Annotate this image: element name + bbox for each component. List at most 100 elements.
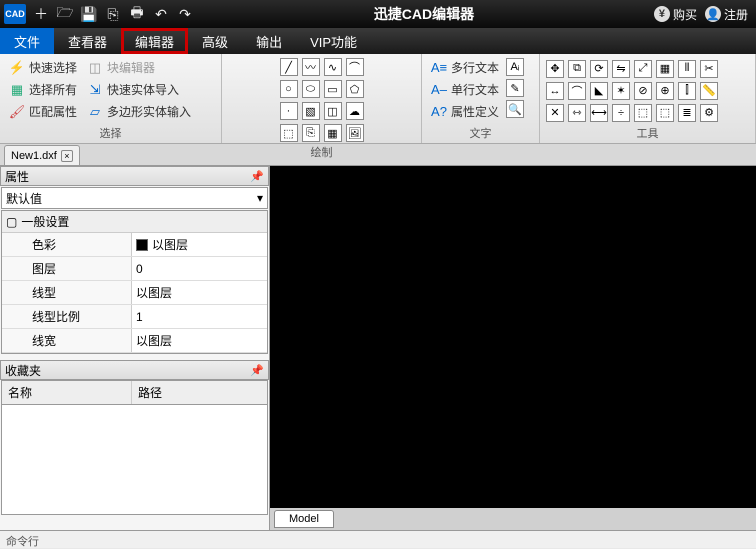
pin-icon[interactable]: 📌 — [250, 364, 264, 377]
text-find-icon[interactable]: 🔍 — [506, 100, 524, 118]
measure-tool-icon[interactable]: 📏 — [700, 82, 718, 100]
save-icon[interactable]: 💾 — [80, 5, 98, 23]
select-all-button[interactable]: ▦选择所有 — [6, 80, 80, 99]
drawing-canvas[interactable] — [270, 166, 756, 508]
match-props-button[interactable]: 🖌匹配属性 — [6, 102, 80, 121]
fav-columns: 名称 路径 — [1, 380, 268, 405]
rect-tool-icon[interactable]: ▭ — [324, 80, 342, 98]
quick-entity-import-button[interactable]: ⇲快速实体导入 — [84, 80, 194, 99]
menu-viewer[interactable]: 查看器 — [54, 28, 121, 54]
join-tool-icon[interactable]: ⊕ — [656, 82, 674, 100]
lightning-icon: ⚡ — [9, 60, 25, 76]
group-tools-label: 工具 — [546, 123, 749, 141]
chamfer-tool-icon[interactable]: ◣ — [590, 82, 608, 100]
explode-tool-icon[interactable]: ✶ — [612, 82, 630, 100]
prop-key: 线宽 — [2, 329, 132, 352]
command-line[interactable]: 命令行 — [0, 530, 756, 548]
group-tool-icon[interactable]: ⬚ — [634, 104, 652, 122]
lengthen-tool-icon[interactable]: ⟷ — [590, 104, 608, 122]
array-tool-icon[interactable]: ▦ — [656, 60, 674, 78]
scale-tool-icon[interactable]: ⤢ — [634, 60, 652, 78]
polygon-tool-icon[interactable]: ⬠ — [346, 80, 364, 98]
divide-tool-icon[interactable]: ÷ — [612, 104, 630, 122]
stretch-tool-icon[interactable]: ⇿ — [568, 104, 586, 122]
menu-advanced[interactable]: 高级 — [188, 28, 242, 54]
tab-close-icon[interactable]: × — [61, 150, 73, 162]
fillet-tool-icon[interactable]: ⌒ — [568, 82, 586, 100]
spline-tool-icon[interactable]: ∿ — [324, 58, 342, 76]
color-swatch-icon — [136, 239, 148, 251]
mirror-tool-icon[interactable]: ⇋ — [612, 60, 630, 78]
quick-select-button[interactable]: ⚡快速选择 — [6, 58, 80, 77]
open-icon[interactable]: 🗁 — [56, 5, 74, 23]
prop-row-layer[interactable]: 图层 0 — [2, 257, 267, 281]
model-tab[interactable]: Model — [274, 510, 334, 528]
pin-icon[interactable]: 📌 — [250, 170, 264, 183]
props-panel-header: 属性 📌 — [0, 166, 269, 186]
block-tool-icon[interactable]: ◫ — [324, 102, 342, 120]
polygon-entity-input-button[interactable]: ▱多边形实体输入 — [84, 102, 194, 121]
polyline-tool-icon[interactable]: 〰 — [302, 58, 320, 76]
copy-tool-icon[interactable]: ⧉ — [568, 60, 586, 78]
multiline-text-button[interactable]: A≡多行文本 — [428, 58, 502, 77]
saveas-icon[interactable]: ⎘ — [104, 5, 122, 23]
image-tool-icon[interactable]: 🖼 — [346, 124, 364, 142]
buy-button[interactable]: ¥ 购买 — [654, 6, 697, 23]
point-tool-icon[interactable]: · — [280, 102, 298, 120]
props-tool-icon[interactable]: ⚙ — [700, 104, 718, 122]
attr-def-button[interactable]: A?属性定义 — [428, 102, 502, 121]
text-style-icon[interactable]: Aᵢ — [506, 58, 524, 76]
prop-row-linetype[interactable]: 线型 以图层 — [2, 281, 267, 305]
trim-tool-icon[interactable]: ✂ — [700, 60, 718, 78]
layer-tool-icon[interactable]: ≣ — [678, 104, 696, 122]
align-tool-icon[interactable]: ⫿ — [678, 82, 696, 100]
break-tool-icon[interactable]: ⊘ — [634, 82, 652, 100]
arc-tool-icon[interactable]: ⌒ — [346, 58, 364, 76]
menu-output[interactable]: 输出 — [242, 28, 296, 54]
line-tool-icon[interactable]: ╱ — [280, 58, 298, 76]
title-bar: CAD ＋ 🗁 💾 ⎘ 🖶 ↶ ↷ 迅捷CAD编辑器 ¥ 购买 👤 注册 — [0, 0, 756, 28]
prop-val: 1 — [132, 305, 267, 328]
ellipse-tool-icon[interactable]: ⬭ — [302, 80, 320, 98]
prop-row-color[interactable]: 色彩 以图层 — [2, 233, 267, 257]
mtext-icon: A≡ — [431, 60, 447, 76]
props-dropdown[interactable]: 默认值 ▾ — [1, 187, 268, 209]
offset-tool-icon[interactable]: ⫴ — [678, 60, 696, 78]
document-tab-label: New1.dxf — [11, 150, 57, 162]
prop-val: 以图层 — [152, 236, 188, 253]
extend-tool-icon[interactable]: ↔ — [546, 82, 564, 100]
menu-vip[interactable]: VIP功能 — [296, 28, 371, 54]
fav-list[interactable] — [1, 405, 268, 515]
main-area: 属性 📌 默认值 ▾ ▢ 一般设置 色彩 以图层 图层 0 线型 以图层 — [0, 166, 756, 530]
menu-editor[interactable]: 编辑器 — [121, 28, 188, 54]
prop-row-ltscale[interactable]: 线型比例 1 — [2, 305, 267, 329]
ungroup-tool-icon[interactable]: ⬚ — [656, 104, 674, 122]
props-section-header[interactable]: ▢ 一般设置 — [2, 211, 267, 233]
singleline-text-button[interactable]: A–单行文本 — [428, 80, 502, 99]
move-tool-icon[interactable]: ✥ — [546, 60, 564, 78]
props-grid: ▢ 一般设置 色彩 以图层 图层 0 线型 以图层 线型比例 1 线宽 以图层 — [1, 210, 268, 354]
cloud-tool-icon[interactable]: ☁ — [346, 102, 364, 120]
props-panel-title: 属性 — [5, 168, 29, 185]
region-tool-icon[interactable]: ⬚ — [280, 124, 298, 142]
redo-icon[interactable]: ↷ — [176, 5, 194, 23]
erase-tool-icon[interactable]: ✕ — [546, 104, 564, 122]
polygon-icon: ▱ — [87, 104, 103, 120]
prop-row-lineweight[interactable]: 线宽 以图层 — [2, 329, 267, 353]
new-icon[interactable]: ＋ — [32, 5, 50, 23]
register-button[interactable]: 👤 注册 — [705, 6, 748, 23]
text-edit-icon[interactable]: ✎ — [506, 79, 524, 97]
prop-key: 图层 — [2, 257, 132, 280]
circle-tool-icon[interactable]: ○ — [280, 80, 298, 98]
rotate-tool-icon[interactable]: ⟳ — [590, 60, 608, 78]
menu-file[interactable]: 文件 — [0, 28, 54, 54]
print-icon[interactable]: 🖶 — [128, 5, 146, 23]
table-tool-icon[interactable]: ▦ — [324, 124, 342, 142]
undo-icon[interactable]: ↶ — [152, 5, 170, 23]
prop-key: 线型 — [2, 281, 132, 304]
block-editor-button[interactable]: ◫块编辑器 — [84, 58, 194, 77]
command-label: 命令行 — [6, 536, 39, 548]
document-tab[interactable]: New1.dxf × — [4, 145, 80, 165]
hatch-tool-icon[interactable]: ▧ — [302, 102, 320, 120]
insert-tool-icon[interactable]: ⎘ — [302, 124, 320, 142]
